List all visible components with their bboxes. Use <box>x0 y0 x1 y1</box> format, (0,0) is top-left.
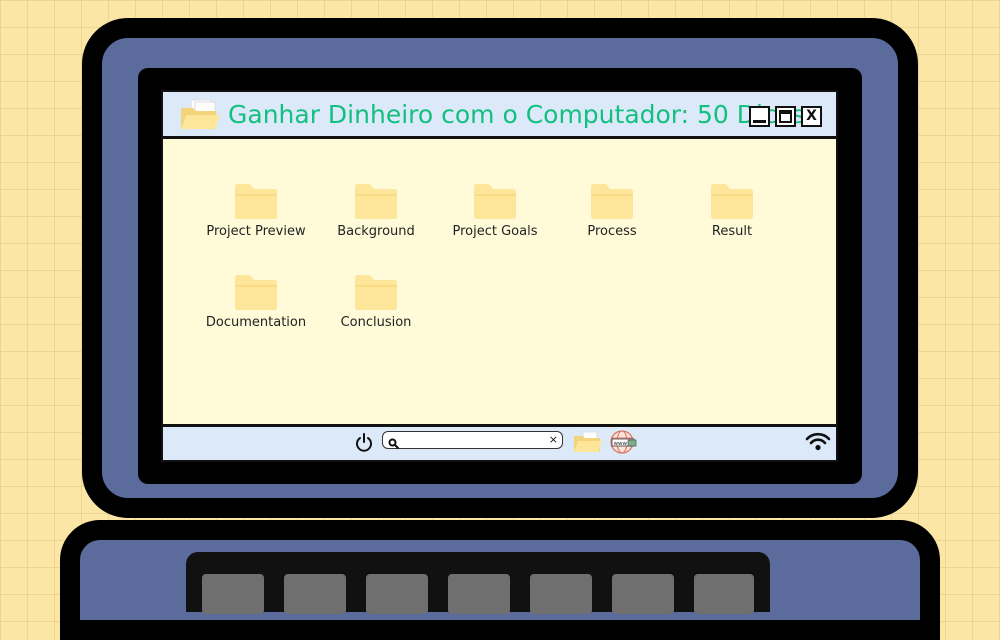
search-input[interactable]: × <box>382 431 563 449</box>
folder-grid: Project Preview Background Project Goals… <box>163 139 836 424</box>
keyboard-key <box>202 574 264 614</box>
keyboard-key <box>366 574 428 614</box>
file-explorer-icon[interactable] <box>573 431 603 457</box>
folder-project-preview[interactable]: Project Preview <box>196 183 316 239</box>
folder-documentation[interactable]: Documentation <box>196 274 316 330</box>
keyboard-key <box>448 574 510 614</box>
folder-icon <box>591 184 633 219</box>
search-icon <box>388 434 399 453</box>
folder-result[interactable]: Result <box>672 183 792 239</box>
folder-icon <box>711 184 753 219</box>
close-button[interactable]: X <box>801 106 822 127</box>
folder-icon <box>235 275 277 310</box>
power-icon[interactable] <box>355 433 373 457</box>
www-badge: www <box>614 441 628 447</box>
folder-icon <box>355 275 397 310</box>
folder-label: Conclusion <box>340 315 412 330</box>
folder-label: Process <box>587 224 637 239</box>
taskbar: × www <box>163 424 836 460</box>
clear-icon[interactable]: × <box>549 432 558 448</box>
folder-process[interactable]: Process <box>552 183 672 239</box>
app-window: Ganhar Dinheiro com o Computador: 50 Dic… <box>161 90 838 462</box>
title-bar[interactable]: Ganhar Dinheiro com o Computador: 50 Dic… <box>163 92 836 139</box>
folder-label: Project Preview <box>206 224 306 239</box>
window-title: Ganhar Dinheiro com o Computador: 50 Dic… <box>228 100 806 129</box>
keyboard-key <box>694 574 754 614</box>
folder-label: Result <box>711 224 753 239</box>
browser-icon[interactable]: www <box>609 429 639 461</box>
wifi-icon[interactable] <box>805 430 831 456</box>
keyboard-key <box>284 574 346 614</box>
folder-icon <box>235 184 277 219</box>
folder-icon <box>474 184 516 219</box>
folder-background[interactable]: Background <box>316 183 436 239</box>
folder-label: Project Goals <box>452 224 538 239</box>
open-folder-icon <box>179 98 221 136</box>
keyboard-key <box>612 574 674 614</box>
maximize-button[interactable] <box>775 106 796 127</box>
folder-label: Background <box>337 224 415 239</box>
folder-label: Documentation <box>205 315 307 330</box>
folder-project-goals[interactable]: Project Goals <box>435 183 555 239</box>
keyboard-key <box>530 574 592 614</box>
folder-conclusion[interactable]: Conclusion <box>316 274 436 330</box>
folder-icon <box>355 184 397 219</box>
minimize-button[interactable] <box>749 106 770 127</box>
